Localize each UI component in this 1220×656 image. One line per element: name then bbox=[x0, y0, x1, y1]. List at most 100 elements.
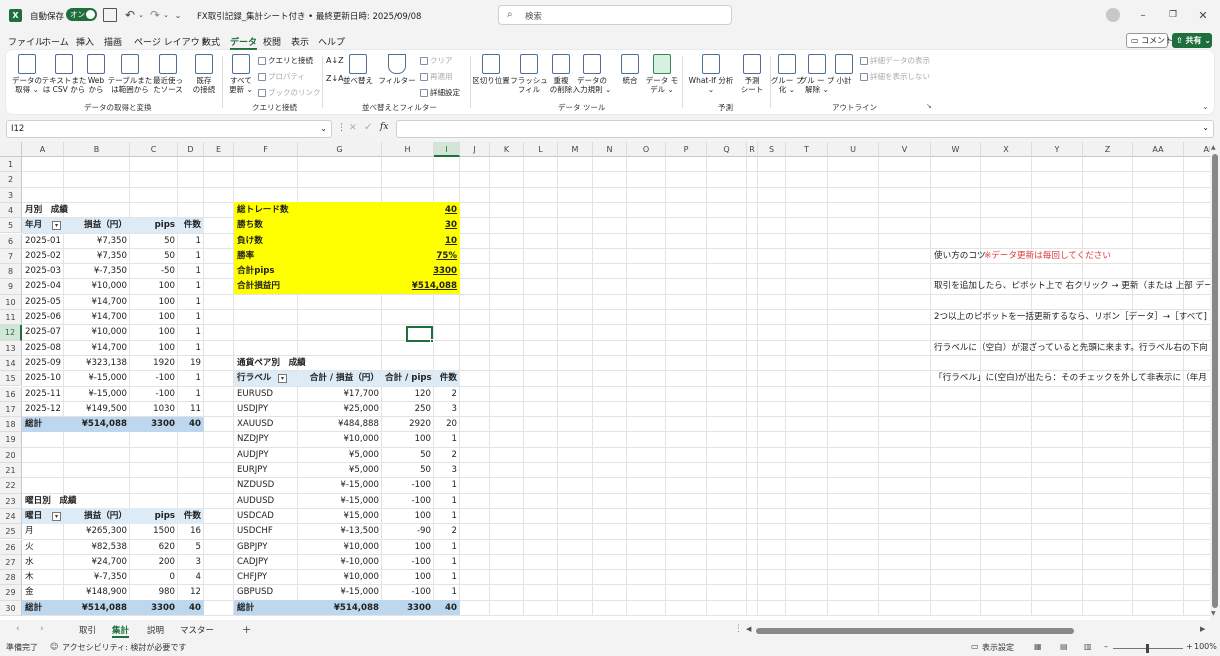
column-header-R[interactable]: R bbox=[747, 142, 758, 157]
tab-insert[interactable]: 挿入 bbox=[76, 35, 94, 48]
row-header-1[interactable]: 1 bbox=[0, 157, 22, 173]
sheet-tab-instructions[interactable]: 説明 bbox=[147, 624, 164, 636]
tab-home[interactable]: ホーム bbox=[42, 35, 69, 48]
column-header-E[interactable]: E bbox=[204, 142, 234, 157]
autosave-toggle[interactable]: オン bbox=[66, 8, 97, 21]
monthly-cell[interactable]: 2025-04 bbox=[23, 279, 63, 294]
sort-desc-button[interactable]: Z↓A bbox=[326, 74, 344, 83]
ribbon-collapse-icon[interactable]: ⌄ bbox=[1202, 102, 1209, 111]
column-header-F[interactable]: F bbox=[234, 142, 298, 157]
pairs-cell[interactable]: CADJPY bbox=[235, 555, 297, 570]
pairs-cell[interactable]: ¥17,700 bbox=[299, 387, 381, 402]
monthly-cell[interactable]: ¥7,350 bbox=[65, 249, 129, 264]
weekday-cell[interactable]: ¥82,538 bbox=[65, 540, 129, 555]
pairs-cell[interactable]: EURJPY bbox=[235, 463, 297, 478]
weekday-cell[interactable]: 620 bbox=[131, 540, 177, 555]
summary-label[interactable]: 勝ち数 bbox=[235, 218, 381, 233]
tip-line[interactable]: 2つ以上のピボットを一括更新するなら、リボン［データ］→［すべて] bbox=[932, 310, 1210, 325]
monthly-cell[interactable]: 2025-12 bbox=[23, 402, 63, 417]
summary-label[interactable]: 勝率 bbox=[235, 249, 381, 264]
show-detail-button[interactable]: 詳細データの表示 bbox=[860, 55, 930, 66]
monthly-cell[interactable]: 2025-02 bbox=[23, 249, 63, 264]
monthly-cell[interactable]: 50 bbox=[131, 249, 177, 264]
row-header-24[interactable]: 24 bbox=[0, 508, 22, 525]
column-header-O[interactable]: O bbox=[627, 142, 666, 157]
monthly-cell[interactable]: -50 bbox=[131, 264, 177, 279]
monthly-cell[interactable]: 100 bbox=[131, 325, 177, 340]
summary-value[interactable]: 75% bbox=[383, 249, 459, 264]
summary-label[interactable]: 負け数 bbox=[235, 234, 381, 249]
weekday-cell[interactable]: ¥-7,350 bbox=[65, 570, 129, 585]
pairs-cell[interactable]: USDCAD bbox=[235, 509, 297, 524]
row-header-22[interactable]: 22 bbox=[0, 478, 22, 494]
pairs-cell[interactable]: -90 bbox=[383, 524, 433, 539]
row-header-23[interactable]: 23 bbox=[0, 493, 22, 509]
row-header-25[interactable]: 25 bbox=[0, 524, 22, 540]
pairs-cell[interactable]: ¥484,888 bbox=[299, 417, 381, 432]
monthly-cell[interactable]: ¥-7,350 bbox=[65, 264, 129, 279]
weekday-cell[interactable]: 16 bbox=[179, 524, 203, 539]
monthly-cell[interactable]: -100 bbox=[131, 387, 177, 402]
restore-icon[interactable]: ❐ bbox=[1166, 8, 1180, 22]
summary-value[interactable]: 40 bbox=[383, 203, 459, 218]
column-header-K[interactable]: K bbox=[490, 142, 524, 157]
column-header-Z[interactable]: Z bbox=[1083, 142, 1133, 157]
pairs-cell[interactable]: 1 bbox=[435, 585, 459, 600]
weekday-total-cell[interactable]: 3300 bbox=[131, 601, 177, 616]
column-header-L[interactable]: L bbox=[524, 142, 558, 157]
tab-page-layout[interactable]: ページ レイアウト bbox=[134, 35, 209, 48]
pairs-cell[interactable]: GBPUSD bbox=[235, 585, 297, 600]
pairs-cell[interactable]: 3 bbox=[435, 402, 459, 417]
weekday-cell[interactable]: 3 bbox=[179, 555, 203, 570]
column-header-T[interactable]: T bbox=[786, 142, 828, 157]
column-header-Q[interactable]: Q bbox=[707, 142, 747, 157]
row-header-6[interactable]: 6 bbox=[0, 233, 22, 249]
monthly-cell[interactable]: ¥323,138 bbox=[65, 356, 129, 371]
formula-more-icon[interactable]: ⋮ bbox=[337, 123, 346, 133]
monthly-cell[interactable]: 100 bbox=[131, 341, 177, 356]
weekday-cell[interactable]: ¥24,700 bbox=[65, 555, 129, 570]
monthly-cell[interactable]: 2025-10 bbox=[23, 371, 63, 386]
summary-value[interactable]: ¥514,088 bbox=[383, 279, 459, 294]
undo-dropdown-icon[interactable]: ⌄ bbox=[137, 8, 145, 22]
monthly-title[interactable]: 月別 成績 bbox=[23, 203, 129, 218]
what-if-button[interactable]: What-If 分析 ⌄ bbox=[686, 54, 736, 94]
tab-view[interactable]: 表示 bbox=[291, 35, 309, 48]
pairs-cell[interactable]: 50 bbox=[383, 463, 433, 478]
monthly-cell[interactable]: 100 bbox=[131, 295, 177, 310]
scroll-up-icon[interactable]: ▲ bbox=[1211, 144, 1216, 151]
pairs-cell[interactable]: 20 bbox=[435, 417, 459, 432]
column-header-AA[interactable]: AA bbox=[1133, 142, 1184, 157]
column-header-V[interactable]: V bbox=[879, 142, 931, 157]
weekday-cell[interactable]: ¥265,300 bbox=[65, 524, 129, 539]
filter-dropdown-icon[interactable]: ▾ bbox=[278, 374, 287, 384]
monthly-header-cell[interactable]: 損益（円） bbox=[65, 218, 129, 233]
weekday-cell[interactable]: 水 bbox=[23, 555, 63, 570]
tab-review[interactable]: 校閲 bbox=[263, 35, 281, 48]
monthly-header-cell[interactable]: 件数 bbox=[179, 218, 203, 233]
pairs-cell[interactable]: EURUSD bbox=[235, 387, 297, 402]
monthly-total-cell[interactable]: 総計 bbox=[23, 417, 63, 432]
vertical-scroll-thumb[interactable] bbox=[1212, 154, 1218, 608]
properties-button[interactable]: プロパティ bbox=[258, 71, 305, 82]
weekday-total-cell[interactable]: ¥514,088 bbox=[65, 601, 129, 616]
pairs-cell[interactable]: 2 bbox=[435, 448, 459, 463]
column-header-I[interactable]: I bbox=[434, 142, 460, 157]
pairs-cell[interactable]: XAUUSD bbox=[235, 417, 297, 432]
pairs-cell[interactable]: USDCHF bbox=[235, 524, 297, 539]
pairs-cell[interactable]: 100 bbox=[383, 570, 433, 585]
row-header-5[interactable]: 5 bbox=[0, 218, 22, 234]
save-icon[interactable] bbox=[103, 8, 117, 22]
column-header-D[interactable]: D bbox=[178, 142, 204, 157]
pairs-cell[interactable]: ¥10,000 bbox=[299, 432, 381, 447]
accessibility-icon[interactable]: ☺ bbox=[50, 642, 58, 651]
existing-connections-button[interactable]: 既存 の接続 bbox=[190, 54, 218, 94]
page-layout-view-icon[interactable]: ▤ bbox=[1060, 642, 1068, 651]
get-data-button[interactable]: データの 取得 ⌄ bbox=[10, 54, 44, 94]
recent-sources-button[interactable]: 最近使っ たソース bbox=[150, 54, 186, 94]
monthly-cell[interactable]: 1 bbox=[179, 295, 203, 310]
column-header-J[interactable]: J bbox=[460, 142, 490, 157]
row-header-21[interactable]: 21 bbox=[0, 463, 22, 479]
vertical-scrollbar[interactable]: ▲ ▼ bbox=[1210, 142, 1220, 620]
monthly-cell[interactable]: 11 bbox=[179, 402, 203, 417]
